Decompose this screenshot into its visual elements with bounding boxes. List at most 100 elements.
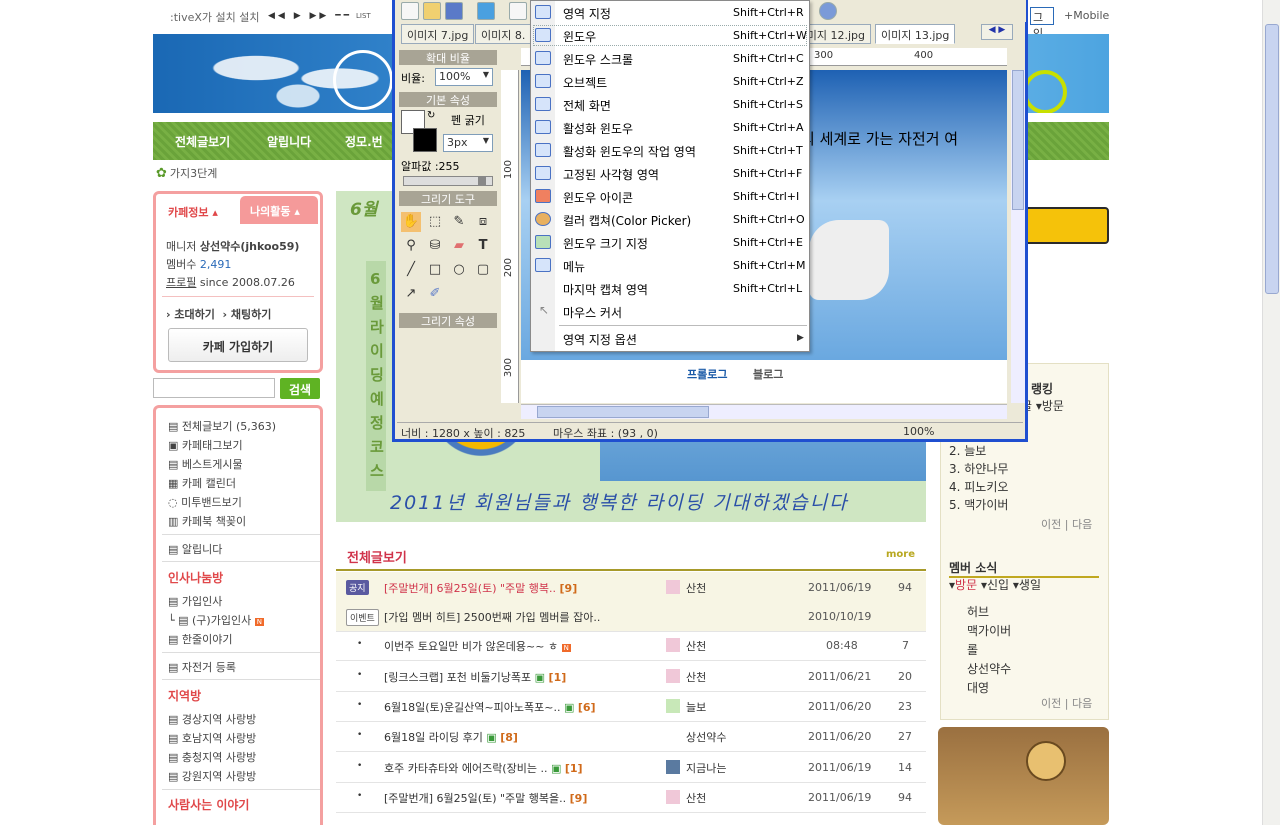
news-tab-visits[interactable]: 방문	[955, 578, 977, 592]
post-author[interactable]: 산천	[686, 580, 706, 596]
menu-item-fixed-rect[interactable]: 고정된 사각형 영역 Shift+Ctrl+F	[531, 162, 809, 185]
select-rect-tool-icon[interactable]: ⬚	[425, 212, 445, 232]
search-input[interactable]	[153, 378, 275, 398]
join-cafe-button[interactable]: 카페 가입하기	[168, 328, 308, 362]
menu-all-posts[interactable]: ▤ 전체글보기 (5,363)	[168, 418, 276, 434]
hand-tool-icon[interactable]: ✋	[401, 212, 421, 232]
more-link[interactable]: more	[886, 549, 915, 560]
table-row[interactable]: • 호주 카타츄타와 에어즈락(장비는 .. ▣ [1] 지금나는 2011/0…	[336, 752, 926, 783]
news-next[interactable]: 다음	[1072, 697, 1092, 710]
menu-tags[interactable]: ▣ 카페태그보기	[168, 437, 243, 453]
rounded-rect-tool-icon[interactable]: ▢	[473, 260, 493, 280]
menu-item-window[interactable]: 윈도우 Shift+Ctrl+W	[531, 24, 809, 47]
news-tab-new[interactable]: 신입	[987, 578, 1009, 592]
ranking-item[interactable]: 3. 하얀나무	[949, 460, 1008, 477]
ranking-item[interactable]: 4. 피노키오	[949, 478, 1008, 495]
menu-greet-old[interactable]: └ ▤ (구)가입인사 N	[168, 612, 264, 628]
post-title[interactable]: [링크스크랩] 포천 비둘기낭폭포 ▣ [1]	[384, 669, 566, 685]
list-label[interactable]: LIST	[356, 12, 371, 20]
post-author[interactable]: 지금나는	[686, 760, 726, 776]
alpha-slider-thumb[interactable]	[478, 176, 486, 186]
post-author[interactable]: 산천	[686, 638, 706, 654]
line-tool-icon[interactable]: ╱	[401, 260, 421, 280]
menu-item-region-options[interactable]: 영역 지정 옵션 ▶	[531, 327, 809, 350]
menu-item-window-scroll[interactable]: 윈도우 스크롤 Shift+Ctrl+C	[531, 47, 809, 70]
text-tool-icon[interactable]: T	[473, 236, 493, 256]
tab-image-8[interactable]: 이미지 8.	[475, 24, 533, 44]
news-item[interactable]: 롤	[967, 641, 978, 658]
canvas-vscrollbar[interactable]	[1011, 70, 1025, 403]
menu-item-menu[interactable]: 메뉴 Shift+Ctrl+M	[531, 254, 809, 277]
login-button[interactable]: 그인	[1030, 7, 1054, 40]
menu-item-window-icon[interactable]: 윈도우 아이콘 Shift+Ctrl+I	[531, 185, 809, 208]
ranking-item[interactable]: 5. 맥가이버	[949, 496, 1008, 513]
menu-item-region[interactable]: 영역 지정 Shift+Ctrl+R	[531, 1, 809, 24]
fill-tool-icon[interactable]: ⛁	[425, 236, 445, 256]
tab-my-activity[interactable]: 나의활동 ▴	[240, 196, 318, 224]
news-item[interactable]: 대영	[967, 679, 989, 696]
tab-scroll-arrows[interactable]: ◀ ▶	[981, 24, 1013, 40]
eraser-tool-icon[interactable]: ▰	[449, 236, 469, 256]
post-title[interactable]: [주말번개] 6월25일(토) "주말 행복을.. [9]	[384, 790, 587, 806]
mobile-link[interactable]: +Mobile	[1064, 9, 1109, 22]
menu-bike[interactable]: ▤ 자전거 등록	[168, 659, 236, 675]
table-row[interactable]: • 6월18일(토)운길산역~피아노폭포~.. ▣ [6] 늘보 2011/06…	[336, 691, 926, 722]
alpha-slider[interactable]	[403, 176, 493, 186]
news-tab-birthday[interactable]: 생일	[1019, 578, 1041, 592]
menu-item-last-region[interactable]: 마지막 캡쳐 영역 Shift+Ctrl+L	[531, 277, 809, 300]
swap-colors-icon[interactable]: ↻	[427, 110, 435, 121]
page-scroll-thumb[interactable]	[1265, 24, 1279, 294]
profile-link[interactable]: 프로필	[166, 276, 196, 289]
search-button[interactable]: 검색	[280, 378, 320, 399]
menu-item-color-picker[interactable]: 컬러 캡쳐(Color Picker) Shift+Ctrl+O	[531, 208, 809, 231]
ellipse-tool-icon[interactable]: ○	[449, 260, 469, 280]
menu-item-active-window-client[interactable]: 활성화 윈도우의 작업 영역 Shift+Ctrl+T	[531, 139, 809, 162]
post-title[interactable]: [주말번개] 6월25일(토) "주말 행복.. [9]	[384, 580, 577, 596]
menu-region-3[interactable]: ▤ 충청지역 사랑방	[168, 749, 256, 765]
table-row[interactable]: • 이번주 토요일만 비가 않온데용~~ ㅎ N 산천 08:48 7	[336, 630, 926, 661]
menu-book[interactable]: ▥ 카페북 책꽂이	[168, 513, 246, 529]
menu-greet[interactable]: ▤ 가입인사	[168, 593, 222, 609]
highlighter-tool-icon[interactable]: ✐	[425, 284, 445, 304]
menu-item-window-size[interactable]: 윈도우 크기 지정 Shift+Ctrl+E	[531, 231, 809, 254]
foreground-color-swatch[interactable]	[413, 128, 437, 152]
tab-image-13[interactable]: 이미지 13.jpg	[875, 24, 956, 44]
pen-width-select[interactable]: 3px ▼	[443, 134, 493, 152]
save-icon[interactable]	[445, 2, 463, 20]
ranking-prev[interactable]: 이전	[1041, 518, 1061, 531]
invite-button[interactable]: 초대하기	[174, 308, 214, 321]
post-title[interactable]: 호주 카타츄타와 에어즈락(장비는 .. ▣ [1]	[384, 760, 583, 776]
menu-oneline[interactable]: ▤ 한줄이야기	[168, 631, 233, 647]
nav-notice[interactable]: 알립니다	[267, 133, 311, 150]
news-prev[interactable]: 이전	[1041, 697, 1061, 710]
menu-item-mouse-cursor[interactable]: ↖ 마우스 커서	[531, 300, 809, 323]
post-author[interactable]: 늘보	[686, 699, 706, 715]
post-title[interactable]: [가입 멤버 히트] 2500번째 가입 멤버를 잡아..	[384, 609, 600, 625]
post-author[interactable]: 상선약수	[686, 729, 726, 745]
eyedropper-tool-icon[interactable]: ⚲	[401, 236, 421, 256]
new-file-icon[interactable]	[401, 2, 419, 20]
open-folder-icon[interactable]	[423, 2, 441, 20]
spray-tool-icon[interactable]: ⧈	[473, 212, 493, 232]
member-count[interactable]: 2,491	[200, 258, 232, 271]
menu-item-active-window[interactable]: 활성화 윈도우 Shift+Ctrl+A	[531, 116, 809, 139]
pencil-tool-icon[interactable]: ✎	[449, 212, 469, 232]
menu-item-object[interactable]: 오브젝트 Shift+Ctrl+Z	[531, 70, 809, 93]
post-title[interactable]: 이번주 토요일만 비가 않온데용~~ ㅎ N	[384, 638, 571, 654]
news-item[interactable]: 상선약수	[967, 660, 1011, 677]
print-icon[interactable]	[509, 2, 527, 20]
arrow-tool-icon[interactable]: ↗	[401, 284, 421, 304]
nav-all-posts[interactable]: 전체글보기	[175, 133, 230, 150]
tab-image-12[interactable]: 이미지 12.jpg	[807, 24, 871, 44]
post-list-title[interactable]: 전체글보기	[347, 547, 407, 566]
news-item[interactable]: 허브	[967, 603, 989, 620]
manager-name[interactable]: 상선약수(jhkoo59)	[200, 240, 300, 253]
post-author[interactable]: 산천	[686, 669, 706, 685]
post-title[interactable]: 6월18일(토)운길산역~피아노폭포~.. ▣ [6]	[384, 699, 596, 715]
table-row[interactable]: • 6월18일 라이딩 후기 ▣ [8] 상선약수 2011/06/20 27	[336, 721, 926, 752]
menu-best[interactable]: ▤ 베스트게시물	[168, 456, 243, 472]
ranking-item[interactable]: 2. 늘보	[949, 442, 986, 459]
menu-item-fullscreen[interactable]: 전체 화면 Shift+Ctrl+S	[531, 93, 809, 116]
ranking-tab-visits[interactable]: 방문	[1042, 399, 1064, 413]
help-icon[interactable]	[819, 2, 837, 20]
